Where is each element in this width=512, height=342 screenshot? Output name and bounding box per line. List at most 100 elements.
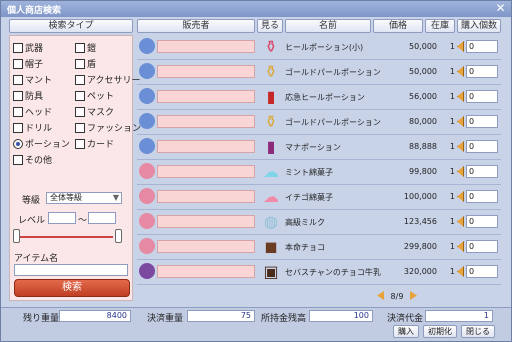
table-row[interactable]: ▮ 応急ヒールポーション 56,000 1 0 [137,85,501,110]
table-row[interactable]: ▮ マナポーション 88,888 1 0 [137,135,501,160]
qty-input[interactable]: 0 [466,40,498,53]
mana-potion-icon[interactable]: ▮ [261,137,281,157]
table-row[interactable]: ⚱ ゴールドパールポーション 80,000 1 0 [137,110,501,135]
checkbox-box[interactable] [13,75,23,85]
seller-name-field[interactable] [157,240,255,253]
checkbox-box[interactable] [13,43,23,53]
blue-spiky-avatar-icon[interactable] [139,138,155,154]
qty-input[interactable]: 0 [466,90,498,103]
checkbox-shield[interactable]: 盾 [75,59,96,71]
level-max-input[interactable] [88,212,116,224]
checkbox-mask[interactable]: マスク [75,107,114,119]
qty-decrease-icon[interactable] [457,41,464,52]
checkbox-box[interactable] [75,107,85,117]
seller-name-field[interactable] [157,140,255,153]
close-icon[interactable]: ✕ [494,2,507,15]
checkbox-drill[interactable]: ドリル [13,123,52,135]
pink-avatar-icon[interactable] [139,163,155,179]
grade-select[interactable]: 全体等級 ▼ [46,192,122,204]
choco-milk-icon[interactable]: ▣ [261,262,281,282]
small-heal-potion-icon[interactable]: ⚱ [261,37,281,57]
prev-page-icon[interactable] [377,291,384,300]
qty-decrease-icon[interactable] [457,116,464,127]
qty-decrease-icon[interactable] [457,216,464,227]
red-potion-bottle-icon[interactable]: ▮ [261,87,281,107]
checkbox-box[interactable] [75,91,85,101]
pink-avatar-icon[interactable] [139,188,155,204]
reset-button[interactable]: 初期化 [423,325,457,338]
qty-decrease-icon[interactable] [457,66,464,77]
next-page-icon[interactable] [409,291,417,300]
buy-button[interactable]: 購入 [393,325,419,338]
blue-spiky-avatar-icon[interactable] [139,38,155,54]
close-button[interactable]: 閉じる [461,325,495,338]
gold-pearl-potion-icon[interactable]: ⚱ [261,62,281,82]
blue-spiky-avatar-icon[interactable] [139,63,155,79]
checkbox-box[interactable] [13,107,23,117]
checkbox-card[interactable]: カード [75,139,114,151]
checkbox-accessory[interactable]: アクセサリー [75,75,141,87]
checkbox-box[interactable] [75,59,85,69]
qty-decrease-icon[interactable] [457,191,464,202]
seller-name-field[interactable] [157,40,255,53]
table-row[interactable]: ▣ セバスチャンのチョコ牛乳 320,000 1 0 [137,260,501,285]
checkbox-hat[interactable]: 帽子 [13,59,43,71]
qty-input[interactable]: 0 [466,65,498,78]
checkbox-protector[interactable]: 防具 [13,91,43,103]
qty-decrease-icon[interactable] [457,266,464,277]
seller-name-field[interactable] [157,115,255,128]
level-slider-min-handle[interactable] [13,229,20,243]
checkbox-box[interactable] [13,155,23,165]
chevron-down-icon[interactable]: ▼ [113,193,119,203]
qty-input[interactable]: 0 [466,215,498,228]
qty-input[interactable]: 0 [466,240,498,253]
level-min-input[interactable] [48,212,76,224]
qty-decrease-icon[interactable] [457,241,464,252]
strawberry-cotton-candy-icon[interactable]: ☁ [261,187,281,207]
seller-name-field[interactable] [157,65,255,78]
milk-bottle-icon[interactable]: ◍ [261,212,281,232]
table-row[interactable]: ⚱ ゴールドパールポーション 50,000 1 0 [137,60,501,85]
qty-input[interactable]: 0 [466,165,498,178]
qty-input[interactable]: 0 [466,190,498,203]
checkbox-armor[interactable]: 鎧 [75,43,96,55]
blue-spiky-avatar-icon[interactable] [139,88,155,104]
chocolate-icon[interactable]: ◼ [261,237,281,257]
table-row[interactable]: ⚱ ヒールポーション(小) 50,000 1 0 [137,35,501,60]
checkbox-weapon[interactable]: 武器 [13,43,43,55]
checkbox-pet[interactable]: ペット [75,91,114,103]
level-slider-track[interactable] [15,236,113,238]
radio-button-selected[interactable] [13,139,23,149]
search-button[interactable]: 検索 [14,279,130,297]
qty-decrease-icon[interactable] [457,166,464,177]
checkbox-box[interactable] [13,91,23,101]
purple-avatar-icon[interactable] [139,263,155,279]
qty-input[interactable]: 0 [466,140,498,153]
radio-potion[interactable]: ポーション [13,139,70,151]
checkbox-box[interactable] [13,123,23,133]
qty-decrease-icon[interactable] [457,141,464,152]
table-row[interactable]: ☁ イチゴ綿菓子 100,000 1 0 [137,185,501,210]
checkbox-head[interactable]: ヘッド [13,107,52,119]
checkbox-box[interactable] [75,43,85,53]
qty-input[interactable]: 0 [466,115,498,128]
checkbox-box[interactable] [75,123,85,133]
table-row[interactable]: ◼ 本命チョコ 299,800 1 0 [137,235,501,260]
qty-decrease-icon[interactable] [457,91,464,102]
checkbox-box[interactable] [13,59,23,69]
seller-name-field[interactable] [157,215,255,228]
qty-input[interactable]: 0 [466,265,498,278]
blue-spiky-avatar-icon[interactable] [139,113,155,129]
mint-cotton-candy-icon[interactable]: ☁ [261,162,281,182]
seller-name-field[interactable] [157,265,255,278]
checkbox-mantle[interactable]: マント [13,75,52,87]
pink-avatar-icon[interactable] [139,213,155,229]
pink-avatar-icon[interactable] [139,238,155,254]
item-name-input[interactable] [14,264,128,276]
checkbox-box[interactable] [75,75,85,85]
checkbox-fashion[interactable]: ファッション [75,123,141,135]
checkbox-box[interactable] [75,139,85,149]
checkbox-other[interactable]: その他 [13,155,52,167]
seller-name-field[interactable] [157,190,255,203]
gold-pearl-potion-icon[interactable]: ⚱ [261,112,281,132]
